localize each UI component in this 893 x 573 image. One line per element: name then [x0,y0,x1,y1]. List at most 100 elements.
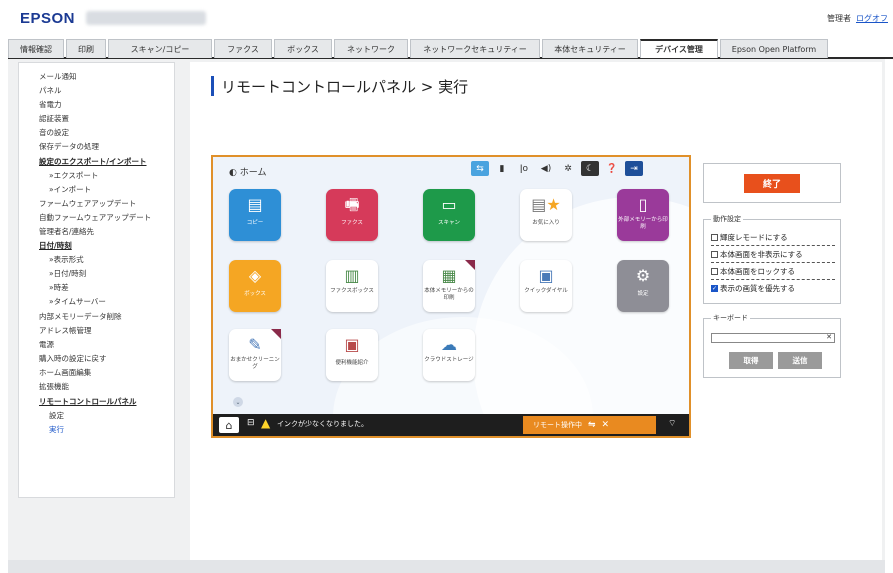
job-status-icon[interactable]: ⊟ [247,418,255,428]
tab-box[interactable]: ボックス [274,39,332,58]
scan-icon: ▭ [441,195,457,214]
sidebar-item-remote-settings[interactable]: 設定 [49,410,64,421]
logout-link[interactable]: ログオフ [856,13,888,24]
keyboard-input[interactable]: ✕ [711,333,835,343]
sidebar-item-panel[interactable]: パネル [39,85,62,96]
sidebar-item-remote-panel[interactable]: リモートコントロールパネル [39,396,137,407]
panel-home-crumb[interactable]: ◐ ホーム [229,165,266,178]
option-lock-screen[interactable]: 本体画面をロックする [711,266,795,277]
tab-scan-copy[interactable]: スキャン/コピー [108,39,212,58]
checkbox[interactable] [711,268,718,275]
sidebar-item-time-difference[interactable]: »時差 [49,282,69,293]
app-internal-memory-print[interactable]: ▦ 本体メモリーからの印刷 [423,260,475,312]
home-icon[interactable]: ⌂ [219,417,239,433]
wifi-direct-icon[interactable]: ǀo [515,161,533,176]
title-accent-bar [211,76,214,96]
panel-bottom-bar: ⌂ ⊟ ▲ インクが少なくなりました。 リモート操作中 ⇋ ✕ ⌔ [213,414,689,436]
warning-icon: ▲ [261,416,271,430]
night-mode-icon[interactable]: ☾ [581,161,599,176]
app-fax[interactable]: 🖷 ファクス [326,189,378,241]
sidebar-item-export[interactable]: »エクスポート [49,170,98,181]
sidebar: メール通知 パネル 省電力 認証装置 音の設定 保存データの処理 設定のエクスポ… [18,62,175,498]
fax-icon: 🖷 [344,195,360,214]
app-copy[interactable]: ▤ コピー [229,189,281,241]
get-button[interactable]: 取得 [729,352,773,369]
remote-status-text: リモート操作中 [533,421,582,429]
sidebar-item-auto-firmware-update[interactable]: 自動ファームウェアアップデート [39,212,151,223]
panel-status-icons: ⇆ ▮ ǀo ◀) ✲ ☾ ❓ ⇥ [471,161,643,176]
scroll-down-icon[interactable]: ⌄ [233,397,243,407]
sidebar-item-home-edit[interactable]: ホーム画面編集 [39,367,91,378]
sidebar-item-memory-delete[interactable]: 内部メモリーデータ削除 [39,311,122,322]
finish-box: 終了 [703,163,841,203]
tab-print[interactable]: 印刷 [66,39,106,58]
remote-panel-screen[interactable]: ◐ ホーム ⇆ ▮ ǀo ◀) ✲ ☾ ❓ ⇥ ▤ コピー 🖷 ファクス ▭ ス… [211,155,691,438]
sleep-off-icon[interactable]: ✲ [559,161,577,176]
tab-network[interactable]: ネットワーク [334,39,408,58]
footer-bar [8,560,885,573]
tab-network-security[interactable]: ネットワークセキュリティー [410,39,540,58]
app-external-memory-print[interactable]: ▯ 外部メモリーから印刷 [617,189,669,241]
app-favorites[interactable]: ▤★ お気に入り [520,189,572,241]
sidebar-item-export-import[interactable]: 設定のエクスポート/インポート [39,156,147,167]
help-icon[interactable]: ❓ [603,161,621,176]
sidebar-item-date-time-sub[interactable]: »日付/時刻 [49,268,86,279]
tab-fax[interactable]: ファクス [214,39,272,58]
checkbox[interactable] [711,251,718,258]
cleaning-icon: ✎ [248,335,262,354]
option-prioritize-quality[interactable]: ✓ 表示の画質を優先する [711,283,795,294]
app-box[interactable]: ◈ ボックス [229,260,281,312]
remote-connect-icon: ⇋ [588,420,596,430]
sidebar-item-factory-reset[interactable]: 購入時の設定に戻す [39,353,107,364]
copy-icon: ▤ [247,195,263,214]
box-icon: ◈ [248,266,262,285]
sidebar-item-remote-run[interactable]: 実行 [49,424,64,435]
sidebar-item-import[interactable]: »インポート [49,184,91,195]
app-quick-dial[interactable]: ▣ クイックダイヤル [520,260,572,312]
sidebar-item-display-format[interactable]: »表示形式 [49,254,84,265]
app-fax-box[interactable]: ▥ ファクスボックス [326,260,378,312]
quick-dial-icon: ▣ [538,266,554,285]
logout-icon[interactable]: ⇥ [625,161,643,176]
sidebar-item-time-server[interactable]: »タイムサーバー [49,296,106,307]
option-hide-screen[interactable]: 本体画面を非表示にする [711,249,803,260]
checkbox[interactable] [711,234,718,241]
tab-device-management[interactable]: デバイス管理 [640,39,718,58]
sidebar-item-date-time[interactable]: 日付/時刻 [39,240,72,251]
sidebar-item-sound[interactable]: 音の設定 [39,127,69,138]
tab-status[interactable]: 情報確認 [8,39,64,58]
header: EPSON 管理者 ログオフ [0,0,893,38]
sidebar-item-mail-notify[interactable]: メール通知 [39,71,77,82]
app-feature-guide[interactable]: ▣ 便利機能紹介 [326,329,378,381]
app-settings[interactable]: ⚙ 設定 [617,260,669,312]
sidebar-item-power-saving[interactable]: 省電力 [39,99,62,110]
sidebar-item-admin-contact[interactable]: 管理者名/連絡先 [39,226,94,237]
sidebar-item-power[interactable]: 電源 [39,339,54,350]
keyboard-box: キーボード ✕ 取得 送信 [703,313,841,378]
app-cloud-storage[interactable]: ☁ クラウドストレージ [423,329,475,381]
option-dim-mode[interactable]: 輝度レモードにする [711,232,788,243]
app-scan[interactable]: ▭ スキャン [423,189,475,241]
network-status-icon[interactable]: ⇆ [471,161,489,176]
sidebar-item-stored-data[interactable]: 保存データの処理 [39,141,99,152]
epson-logo: EPSON [20,10,76,27]
sidebar-item-auth-device[interactable]: 認証装置 [39,113,69,124]
feature-guide-icon: ▣ [344,335,360,354]
checkbox-checked[interactable]: ✓ [711,285,718,292]
sidebar-item-firmware-update[interactable]: ファームウェアアップデート [39,198,136,209]
cloud-icon: ☁ [441,335,457,354]
app-auto-cleaning[interactable]: ✎ おまかせクリーニング [229,329,281,381]
send-button[interactable]: 送信 [778,352,822,369]
clear-icon[interactable]: ✕ [826,333,832,341]
sidebar-item-address-book[interactable]: アドレス帳管理 [39,325,92,336]
sidebar-item-extensions[interactable]: 拡張機能 [39,381,69,392]
divider [711,279,835,280]
finish-button[interactable]: 終了 [744,174,800,193]
ink-status-icon[interactable]: ▮ [493,161,511,176]
sound-icon[interactable]: ◀) [537,161,555,176]
tab-epson-open-platform[interactable]: Epson Open Platform [720,39,828,58]
remote-operation-status: リモート操作中 ⇋ ✕ [523,416,656,434]
operation-settings-legend: 動作設定 [711,214,743,224]
tab-device-security[interactable]: 本体セキュリティー [542,39,638,58]
internal-memory-icon: ▦ [441,266,457,285]
